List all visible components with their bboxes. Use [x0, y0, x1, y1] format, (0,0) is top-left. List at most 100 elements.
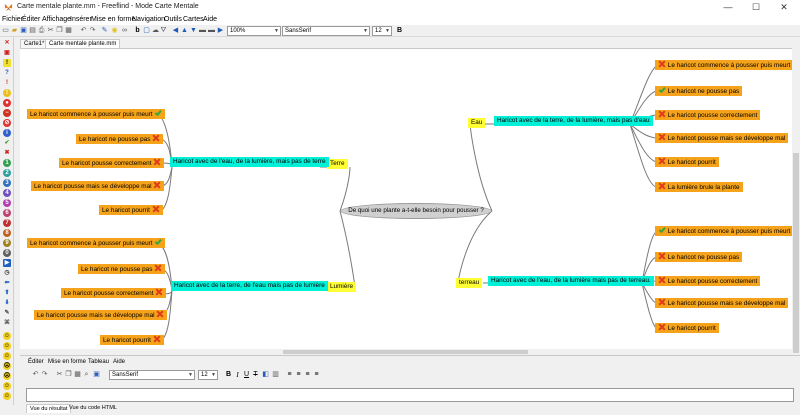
branch-node-eau[interactable]: Haricot avec de la terre, de la lumière,… [494, 116, 653, 126]
bold-icon[interactable]: b [134, 27, 141, 35]
leaf-node[interactable]: Le haricot pousse mais se développe mal [655, 298, 789, 308]
no-entry-icon[interactable]: − [3, 109, 11, 117]
down-arrow-icon[interactable]: ⬇ [3, 299, 11, 307]
link-icon[interactable]: ∞ [121, 27, 128, 35]
strikethrough-icon[interactable]: T [252, 371, 259, 379]
save-icon[interactable]: ▣ [20, 27, 27, 35]
arrow-down-icon[interactable]: ▼ [190, 27, 197, 35]
italic-icon[interactable]: I [234, 371, 241, 379]
maximize-button[interactable]: ☐ [742, 0, 770, 15]
priority-6-icon[interactable]: 6 [3, 209, 11, 217]
branch-node-lumiere[interactable]: Haricot avec de la terre, de l'eau mais … [171, 281, 328, 291]
leaf-node[interactable]: Le haricot pourrit [655, 157, 719, 167]
warning-icon[interactable]: ! [3, 89, 11, 97]
save-as-icon[interactable]: ▤ [29, 27, 36, 35]
smiley-cool-icon[interactable]: ☺ [3, 392, 11, 400]
editor-menu-mise-en-forme[interactable]: Mise en forme [48, 359, 86, 365]
priority-9-icon[interactable]: 9 [3, 239, 11, 247]
leaf-node[interactable]: Le haricot commence à pousser puis meurt [27, 109, 166, 119]
priority-4-icon[interactable]: 4 [3, 189, 11, 197]
leaf-node[interactable]: Le haricot commence à pousser puis meurt [655, 226, 792, 236]
cut-icon[interactable]: ✂ [56, 371, 63, 379]
editor-font-select[interactable]: SansSerif ▼ [109, 370, 195, 380]
editor-menu-tableau[interactable]: Tableau [88, 359, 109, 365]
editor-menu-aide[interactable]: Aide [113, 359, 125, 365]
leaf-node[interactable]: Le haricot pourrit [100, 335, 164, 345]
question-icon[interactable]: ? [3, 69, 11, 77]
menu-outils[interactable]: Outils [164, 16, 182, 23]
category-node-lumiere[interactable]: Lumière [327, 282, 357, 292]
back-arrow-icon[interactable]: ⬅ [3, 279, 11, 287]
copy-icon[interactable]: ❐ [56, 27, 63, 35]
zoom-in-icon[interactable]: ▬ [208, 27, 215, 35]
close-button[interactable]: ✕ [770, 0, 798, 15]
arrow-left-icon[interactable]: ◀ [172, 27, 179, 35]
pencil-icon[interactable]: ✎ [3, 309, 11, 317]
vertical-scroll-thumb[interactable] [793, 153, 799, 353]
leaf-node[interactable]: Le haricot pousse correctement [655, 110, 761, 120]
leaf-node[interactable]: Le haricot commence à pousser puis meurt [655, 60, 792, 70]
highlight-icon[interactable]: ▥ [272, 371, 279, 379]
category-node-eau[interactable]: Eau [468, 118, 486, 128]
filter-icon[interactable]: ⛛ [160, 27, 167, 35]
vertical-scrollbar[interactable] [792, 48, 800, 353]
paste-icon[interactable]: ▦ [74, 371, 81, 379]
lightbulb-icon[interactable]: ◉ [111, 27, 118, 35]
find-icon[interactable]: ⌕ [83, 371, 90, 379]
note-icon[interactable]: ▢ [143, 27, 150, 35]
align-center-icon[interactable]: ≡ [295, 371, 302, 379]
insert-image-icon[interactable]: ▣ [93, 371, 100, 379]
undo-icon[interactable]: ↶ [32, 371, 39, 379]
redo-icon[interactable]: ↷ [41, 371, 48, 379]
mind-map-canvas[interactable]: De quoi une plante a-t-elle besoin pour … [20, 48, 792, 349]
priority-1-icon[interactable]: 1 [3, 159, 11, 167]
leaf-node[interactable]: Le haricot commence à pousser puis meurt [27, 238, 166, 248]
align-right-icon[interactable]: ≡ [304, 371, 311, 379]
arrow-right-icon[interactable]: ▶ [217, 27, 224, 35]
open-icon[interactable]: ▰ [11, 27, 18, 35]
horizontal-scroll-thumb[interactable] [283, 350, 528, 354]
paste-icon[interactable]: ▦ [65, 27, 72, 35]
smiley-angry-icon[interactable]: ☹ [3, 372, 11, 380]
menu-navigation[interactable]: Navigation [132, 16, 165, 23]
align-justify-icon[interactable]: ≡ [313, 371, 320, 379]
leaf-node[interactable]: Le haricot pousse correctement [61, 288, 167, 298]
menu-affichage[interactable]: Affichage [42, 16, 71, 23]
zoom-select[interactable]: 100% ▼ [227, 26, 281, 36]
priority-7-icon[interactable]: 7 [3, 219, 11, 227]
bold-format-icon[interactable]: B [396, 27, 403, 35]
important-icon[interactable]: ! [3, 79, 11, 87]
tab-carte-mentale-plante[interactable]: Carte mentale plante.mm [45, 39, 121, 48]
menu-inserer[interactable]: Insérer [70, 16, 92, 23]
print-icon[interactable]: ⎙ [38, 27, 45, 35]
note-text-area[interactable] [26, 388, 794, 402]
redo-icon[interactable]: ↷ [89, 27, 96, 35]
editor-size-select[interactable]: 12 ▼ [198, 370, 218, 380]
prohibited-icon[interactable]: ⊘ [3, 119, 11, 127]
branch-node-terre[interactable]: Haricot avec de l'eau, de la lumière, ma… [170, 157, 329, 167]
check-icon[interactable]: ✔ [3, 139, 11, 147]
tab-vue-code-html[interactable]: Vue du code HTML [66, 404, 120, 413]
menu-mise-en-forme[interactable]: Mise en forme [91, 16, 135, 23]
branch-node-terreau[interactable]: Haricot avec de l'eau, de la lumière mai… [488, 276, 654, 286]
priority-8-icon[interactable]: 8 [3, 229, 11, 237]
leaf-node[interactable]: Le haricot pourrit [655, 323, 719, 333]
copy-icon[interactable]: ❐ [65, 371, 72, 379]
priority-0-icon[interactable]: 0 [3, 249, 11, 257]
leaf-node[interactable]: La lumière brule la plante [655, 182, 743, 192]
cross-icon[interactable]: ✖ [3, 149, 11, 157]
smiley-sad-icon[interactable]: ☹ [3, 362, 11, 370]
up-arrow-icon[interactable]: ⬆ [3, 289, 11, 297]
smiley-neutral-icon[interactable]: ☺ [3, 342, 11, 350]
flag-icon[interactable]: ▶ [3, 259, 11, 267]
arrow-up-icon[interactable]: ▲ [181, 27, 188, 35]
smiley-surprised-icon[interactable]: ☺ [3, 352, 11, 360]
leaf-node[interactable]: Le haricot ne pousse pas [655, 86, 743, 96]
menu-cartes[interactable]: Cartes [183, 16, 204, 23]
menu-editer[interactable]: Éditer [22, 16, 40, 23]
zoom-out-icon[interactable]: ▬ [199, 27, 206, 35]
remove-icon[interactable]: ✕ [3, 39, 11, 47]
minimize-button[interactable]: — [714, 0, 742, 15]
align-left-icon[interactable]: ≡ [286, 371, 293, 379]
editor-menu-editer[interactable]: Éditer [28, 359, 44, 365]
